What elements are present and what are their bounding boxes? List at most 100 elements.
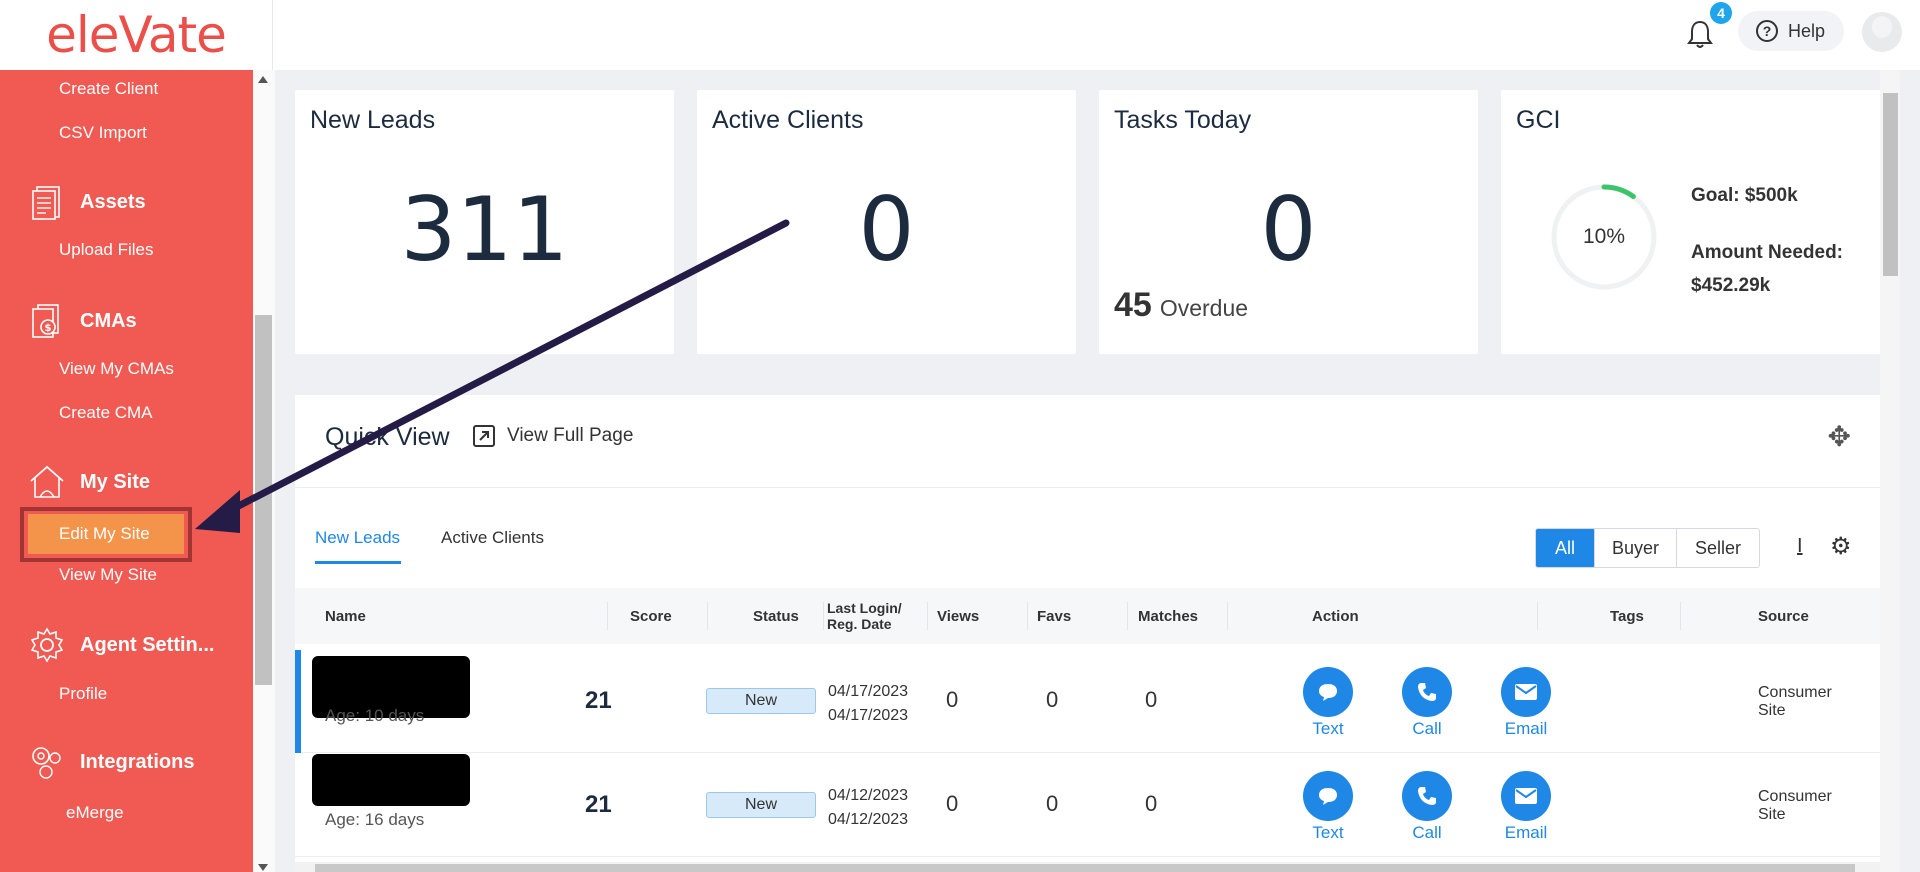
overdue-number: 45	[1114, 286, 1152, 324]
sidebar-item-create-cma[interactable]: Create CMA	[59, 403, 153, 423]
gci-percent: 10%	[1583, 225, 1625, 248]
overdue-count[interactable]: 45 Overdue	[1114, 286, 1248, 325]
reg-date: 04/17/2023	[828, 707, 909, 724]
column-label: Favs	[1037, 607, 1072, 625]
document-icon	[32, 186, 60, 220]
column-separator	[1227, 602, 1228, 630]
sidebar: Create Client CSV Import Assets Upload F…	[0, 70, 253, 872]
text-action-button[interactable]: Text	[1303, 667, 1353, 739]
lead-type-filter: All Buyer Seller	[1535, 528, 1760, 568]
column-label: Last Login/	[827, 600, 902, 616]
card-title: Active Clients	[712, 106, 864, 134]
help-button[interactable]: ? Help	[1738, 11, 1844, 51]
gci-card[interactable]: GCI 10% Goal: $500k Amount Needed: $452.2…	[1501, 90, 1881, 354]
sidebar-item-upload-files[interactable]: Upload Files	[59, 240, 154, 260]
column-separator	[607, 602, 608, 630]
gear-icon	[30, 627, 64, 663]
column-header-views[interactable]: Views	[937, 588, 979, 644]
sidebar-section-cmas[interactable]: $ CMAs	[28, 302, 137, 340]
sidebar-section-integrations[interactable]: Integrations	[28, 743, 194, 781]
logo-text: eleVate	[46, 6, 227, 64]
sidebar-section-label: Assets	[80, 190, 146, 213]
sidebar-item-emerge[interactable]: eMerge	[66, 803, 124, 823]
source-line: Site	[1758, 806, 1786, 823]
column-separator	[1537, 602, 1538, 630]
column-label: Tags	[1610, 607, 1644, 625]
card-title: GCI	[1516, 106, 1561, 134]
column-header-name[interactable]: Name	[325, 588, 366, 644]
column-header-score[interactable]: Score	[630, 588, 672, 644]
column-header-source[interactable]: Source	[1758, 588, 1809, 644]
table-header: Name Score Status Last Login/ Reg. Date …	[295, 588, 1881, 644]
source-line: Site	[1758, 702, 1786, 719]
gci-amount-needed-value: $452.29k	[1691, 275, 1771, 296]
sidebar-item-edit-my-site[interactable]: Edit My Site	[28, 514, 184, 554]
call-action-button[interactable]: Call	[1402, 771, 1452, 843]
text-action-button[interactable]: Text	[1303, 771, 1353, 843]
sidebar-section-label: My Site	[80, 470, 151, 493]
column-label: Score	[630, 607, 672, 625]
sidebar-section-my-site[interactable]: My Site	[28, 463, 150, 501]
column-header-favs[interactable]: Favs	[1037, 588, 1071, 644]
sidebar-item-view-my-cmas[interactable]: View My CMAs	[59, 359, 174, 379]
move-icon[interactable]: ✥	[1828, 420, 1851, 453]
matches-count: 0	[1145, 791, 1158, 816]
column-header-status[interactable]: Status	[753, 588, 799, 644]
tab-new-leads[interactable]: New Leads	[315, 528, 400, 548]
sidebar-section-agent-settings[interactable]: Agent Settin...	[28, 626, 214, 664]
text-cursor-icon[interactable]: I	[1797, 535, 1803, 558]
card-title: Tasks Today	[1114, 106, 1252, 134]
active-clients-count: 0	[858, 178, 915, 281]
sidebar-item-create-client[interactable]: Create Client	[59, 79, 158, 99]
settings-gear-icon[interactable]: ⚙	[1830, 532, 1852, 561]
lead-age: Age: 10 days	[325, 706, 425, 725]
filter-buyer-button[interactable]: Buyer	[1595, 529, 1677, 567]
tasks-today-card[interactable]: Tasks Today 0 45 Overdue	[1099, 90, 1478, 354]
sidebar-section-assets[interactable]: Assets	[28, 183, 146, 221]
action-label: Call	[1412, 823, 1442, 842]
column-label: Status	[753, 607, 799, 625]
favs-count: 0	[1046, 791, 1059, 816]
user-avatar[interactable]	[1862, 12, 1902, 52]
reg-date: 04/12/2023	[828, 811, 909, 828]
filter-seller-button[interactable]: Seller	[1677, 529, 1759, 567]
scroll-down-icon[interactable]	[258, 864, 268, 871]
table-row[interactable]: Age: 10 days 21 New 04/17/2023 04/17/2023…	[295, 650, 1881, 753]
column-header-last-login[interactable]: Last Login/ Reg. Date	[827, 588, 902, 644]
horizontal-scrollbar-thumb[interactable]	[315, 864, 1855, 872]
sidebar-item-view-my-site[interactable]: View My Site	[59, 565, 157, 585]
column-header-matches[interactable]: Matches	[1138, 588, 1198, 644]
column-separator	[927, 602, 928, 630]
call-action-button[interactable]: Call	[1402, 667, 1452, 739]
overdue-label: Overdue	[1159, 295, 1249, 321]
sidebar-scrollbar-thumb[interactable]	[255, 315, 272, 685]
main-scrollbar-thumb[interactable]	[1883, 93, 1898, 276]
tasks-today-count: 0	[1260, 178, 1317, 281]
source-line: Consumer	[1758, 684, 1832, 701]
sidebar-item-profile[interactable]: Profile	[59, 684, 107, 704]
logo[interactable]: eleVate	[0, 0, 273, 70]
last-login-dates: 04/17/2023 04/17/2023	[828, 680, 908, 728]
column-label: Name	[325, 607, 366, 625]
card-title: New Leads	[310, 106, 436, 134]
column-label: Source	[1758, 607, 1809, 625]
scroll-up-icon[interactable]	[258, 76, 268, 83]
filter-all-button[interactable]: All	[1536, 529, 1595, 567]
help-label: Help	[1788, 20, 1826, 41]
table-row[interactable]: Age: 16 days 21 New 04/12/2023 04/12/2023…	[295, 754, 1881, 857]
quick-view-title: Quick View	[325, 423, 450, 451]
email-action-button[interactable]: Email	[1501, 667, 1551, 739]
active-clients-card[interactable]: Active Clients 0	[697, 90, 1076, 354]
help-icon: ?	[1756, 20, 1778, 42]
tab-active-clients[interactable]: Active Clients	[441, 528, 544, 548]
sidebar-item-csv-import[interactable]: CSV Import	[59, 123, 147, 143]
new-leads-card[interactable]: New Leads 311	[295, 90, 674, 354]
lead-score: 21	[585, 791, 612, 818]
sidebar-section-label: CMAs	[80, 309, 137, 332]
action-label: Text	[1312, 719, 1344, 738]
email-action-button[interactable]: Email	[1501, 771, 1551, 843]
lead-source: Consumer Site	[1758, 684, 1832, 720]
active-tab-indicator	[315, 561, 401, 564]
view-full-page-link[interactable]: View Full Page	[473, 425, 633, 447]
views-count: 0	[946, 791, 959, 816]
